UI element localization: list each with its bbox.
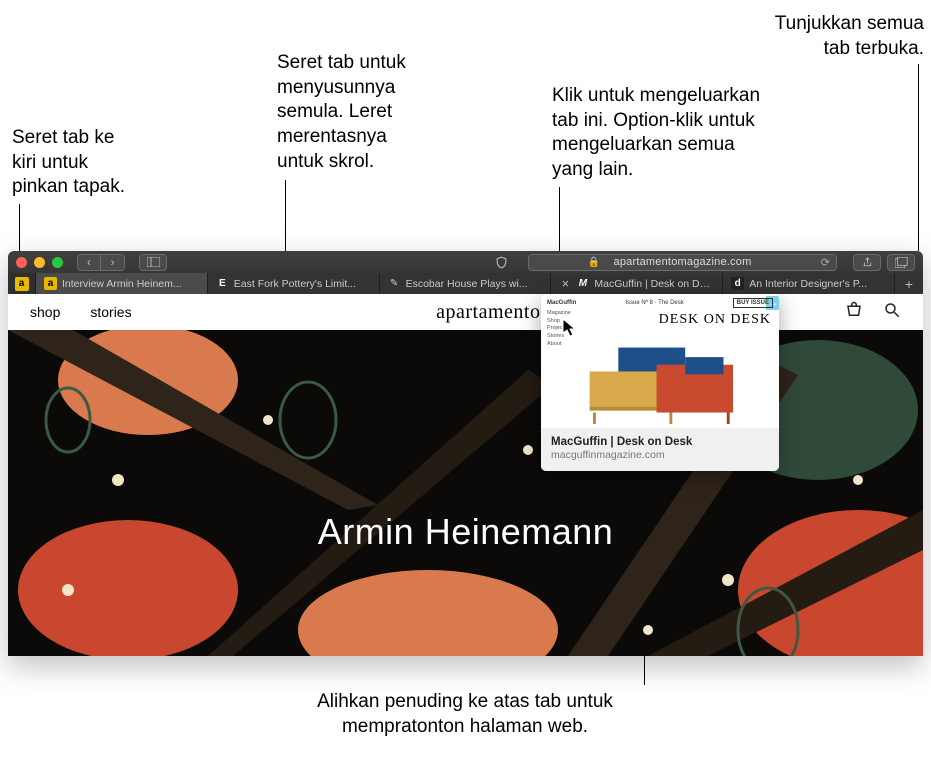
page-content: shop stories apartamento — [8, 294, 923, 656]
preview-issue: Issue Nº 8 · The Desk — [625, 300, 683, 306]
preview-caption: MacGuffin | Desk on Desk macguffinmagazi… — [541, 428, 779, 471]
tab-bar: a a Interview Armin Heinem... E East For… — [8, 273, 923, 294]
tab-label: East Fork Pottery's Limit... — [234, 278, 356, 290]
lock-icon: 🔒 — [588, 257, 600, 268]
cursor-icon — [562, 318, 578, 338]
window-controls — [16, 257, 63, 268]
tab-1[interactable]: E East Fork Pottery's Limit... — [208, 273, 380, 294]
share-button[interactable] — [853, 254, 881, 271]
address-text: apartamentomagazine.com — [614, 256, 752, 268]
callout-close-tab: Klik untuk mengeluarkantab ini. Option-k… — [552, 84, 812, 183]
cart-icon[interactable] — [845, 301, 863, 324]
site-logo[interactable]: apartamento — [436, 301, 540, 324]
reload-button[interactable]: ⟳ — [821, 256, 830, 269]
preview-buy: BUY ISSUE — [733, 298, 773, 308]
safari-window: ‹ › 🔒 apartamentomagazine.com ⟳ a a I — [8, 251, 923, 656]
callout-drag-tab: Seret tab untukmenyusunnyasemula. Leretm… — [277, 51, 477, 174]
sidebar-button[interactable] — [139, 254, 167, 271]
nav-stories[interactable]: stories — [90, 304, 131, 320]
minimize-window-button[interactable] — [34, 257, 45, 268]
favicon-icon: ✎ — [388, 277, 401, 290]
favicon-icon: M — [576, 277, 589, 290]
tab-label: Interview Armin Heinem... — [62, 278, 182, 290]
hero-title: Armin Heinemann — [318, 511, 614, 553]
favicon-icon: d — [731, 277, 744, 290]
preview-brand: MacGuffin — [547, 300, 576, 306]
nav-shop[interactable]: shop — [30, 304, 60, 320]
back-button[interactable]: ‹ — [77, 254, 101, 271]
tab-4[interactable]: d An Interior Designer's P... — [723, 273, 895, 294]
tab-overview-button[interactable] — [887, 254, 915, 271]
site-header: shop stories apartamento — [8, 294, 923, 330]
callout-pin-tab: Seret tab kekiri untukpinkan tapak. — [12, 126, 182, 200]
address-bar[interactable]: 🔒 apartamentomagazine.com ⟳ — [528, 254, 837, 271]
close-window-button[interactable] — [16, 257, 27, 268]
fullscreen-window-button[interactable] — [52, 257, 63, 268]
tab-close-button[interactable]: × — [559, 277, 571, 290]
preview-heading: DESK ON DESK — [659, 312, 771, 328]
favicon-icon: E — [216, 277, 229, 290]
privacy-report-button[interactable] — [490, 256, 512, 269]
forward-button[interactable]: › — [101, 254, 125, 271]
titlebar: ‹ › 🔒 apartamentomagazine.com ⟳ — [8, 251, 923, 273]
tab-label: Escobar House Plays wi... — [406, 278, 528, 290]
search-icon[interactable] — [883, 301, 901, 324]
callout-hover-preview: Alihkan penuding ke atas tab untukmempra… — [190, 690, 740, 739]
favicon-icon: a — [44, 277, 57, 290]
preview-caption-title: MacGuffin | Desk on Desk — [551, 436, 769, 448]
preview-thumbnail: → MacGuffin Issue Nº 8 · The Desk BUY IS… — [541, 294, 779, 428]
tab-label: An Interior Designer's P... — [749, 278, 867, 290]
desk-illustration — [561, 338, 752, 424]
new-tab-button[interactable]: + — [895, 273, 923, 294]
pinned-tab-favicon: a — [15, 277, 29, 291]
callout-line — [918, 64, 919, 260]
tab-0[interactable]: a Interview Armin Heinem... — [36, 273, 208, 294]
nav-buttons: ‹ › — [77, 254, 125, 271]
hero-image: Armin Heinemann — [8, 330, 923, 656]
callout-show-all-tabs: Tunjukkan semuatab terbuka. — [699, 12, 924, 61]
preview-caption-url: macguffinmagazine.com — [551, 449, 769, 461]
tab-3[interactable]: × M MacGuffin | Desk on De... — [551, 273, 723, 294]
pinned-tab[interactable]: a — [8, 273, 36, 294]
tab-2[interactable]: ✎ Escobar House Plays wi... — [380, 273, 552, 294]
tab-label: MacGuffin | Desk on De... — [594, 278, 714, 290]
